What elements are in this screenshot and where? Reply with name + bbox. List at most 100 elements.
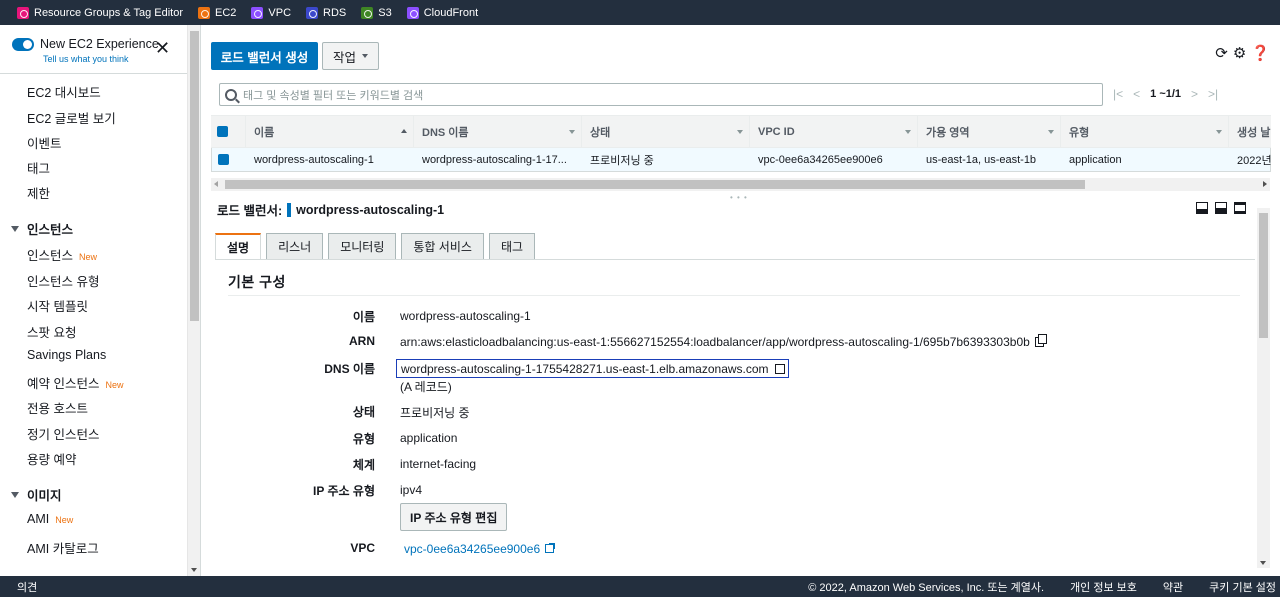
cell-created: 2022년 [1237,154,1272,167]
column-label: 상태 [590,126,611,139]
tab-listeners[interactable]: 리스너 [266,233,324,259]
search-input[interactable]: 태그 및 속성별 필터 또는 키워드별 검색 [219,83,1103,106]
sidebar-item-savings-plans[interactable]: Savings Plans [27,348,106,362]
sidebar-item-events[interactable]: 이벤트 [27,133,62,152]
scrollbar-thumb[interactable] [225,180,1085,189]
tab-tags[interactable]: 태그 [488,233,536,259]
value-scheme: internet-facing [400,457,477,471]
sidebar-item-limits[interactable]: 제한 [27,183,50,202]
favorite-label: S3 [378,6,392,19]
favorite-s3[interactable]: S3 [361,6,392,19]
sidebar-scrollbar[interactable] [187,25,200,576]
column-header-state[interactable]: 상태 [581,116,749,147]
sidebar-item-dedicated-hosts[interactable]: 전용 호스트 [27,398,88,417]
new-experience-toggle[interactable] [12,38,34,51]
sidebar-item-ec2-global-view[interactable]: EC2 글로벌 보기 [27,108,116,127]
gear-icon[interactable]: ⚙ [1233,44,1246,62]
privacy-link[interactable]: 개인 정보 보호 [1070,579,1137,595]
favorite-resource-groups[interactable]: Resource Groups & Tag Editor [17,6,183,19]
tab-integrated-services[interactable]: 통합 서비스 [401,233,484,259]
search-icon [225,88,237,101]
favorite-label: CloudFront [423,6,479,19]
column-header-vpc[interactable]: VPC ID [749,116,917,147]
detail-prefix: 로드 밸런서: [217,204,283,218]
value-type: application [400,431,458,445]
column-label: 생성 날 [1237,126,1271,139]
value-vpc-link[interactable]: vpc-0ee6a34265ee900e6 [404,542,556,556]
panel-small-icon[interactable] [1196,202,1208,214]
vpc-link-text[interactable]: vpc-0ee6a34265ee900e6 [404,542,540,556]
scrollbar-thumb[interactable] [1259,213,1268,338]
sidebar-item-launch-templates[interactable]: 시작 템플릿 [27,296,88,315]
cookie-preferences-link[interactable]: 쿠키 기본 설정 [1209,579,1276,595]
section-label: 이미지 [27,489,62,503]
row-checkbox-cell[interactable] [212,148,246,171]
help-icon[interactable]: ❓ [1251,44,1270,62]
divider [0,73,188,74]
panel-resize-handle[interactable]: • • • [730,193,748,202]
cell-az: us-east-1a, us-east-1b [926,153,1037,166]
select-all-checkbox-cell[interactable] [211,116,245,147]
feedback-link[interactable]: Tell us what you think [43,54,159,64]
sidebar-item-instance-types[interactable]: 인스턴스 유형 [27,271,99,290]
last-page-icon[interactable]: >| [1208,87,1218,101]
refresh-icon[interactable]: ⟳ [1215,44,1228,62]
column-header-dns[interactable]: DNS 이름 [413,116,581,147]
sidebar-section-instances[interactable]: 인스턴스 [11,219,73,238]
panel-large-icon[interactable] [1234,202,1246,214]
scroll-right-arrow-icon[interactable] [1263,181,1267,187]
create-load-balancer-button[interactable]: 로드 밸런서 생성 [211,42,318,70]
sidebar-item-spot-requests[interactable]: 스팟 요청 [27,322,76,341]
favorite-label: VPC [268,6,292,19]
column-label: DNS 이름 [422,126,469,139]
scrollbar-thumb[interactable] [190,31,199,321]
row-checkbox[interactable] [218,154,229,165]
scroll-down-arrow-icon[interactable] [1260,561,1266,565]
sidebar-item-ami-catalog[interactable]: AMI 카탈로그 [27,538,99,557]
sidebar-item-capacity-reservations[interactable]: 용량 예약 [27,449,76,468]
page-indicator: 1 ~1/1 [1150,88,1182,100]
terms-link[interactable]: 약관 [1163,579,1183,595]
favorite-rds[interactable]: RDS [306,6,346,19]
feedback-link[interactable]: 의견 [17,579,37,595]
sidebar-item-instances[interactable]: 인스턴스 New [27,245,97,264]
value-ip-type: ipv4 [400,483,423,497]
table-row[interactable]: wordpress-autoscaling-1 wordpress-autosc… [211,148,1272,172]
sidebar-item-ec2-dashboard[interactable]: EC2 대시보드 [27,82,101,101]
sidebar-item-scheduled-instances[interactable]: 정기 인스턴스 [27,424,99,443]
sidebar-section-images[interactable]: 이미지 [11,485,62,504]
tab-description[interactable]: 설명 [215,233,262,259]
edit-ip-type-button[interactable]: IP 주소 유형 편집 [400,503,508,531]
select-all-checkbox[interactable] [217,126,228,137]
tab-monitoring[interactable]: 모니터링 [328,233,397,259]
actions-dropdown[interactable]: 작업 [322,42,379,70]
sidebar-item-ami[interactable]: AMI New [27,512,73,526]
table-horizontal-scrollbar[interactable] [211,178,1270,191]
first-page-icon[interactable]: |< [1113,87,1123,101]
sidebar-item-reserved-instances[interactable]: 예약 인스턴스 New [27,373,124,392]
label-state: 상태 [352,405,375,419]
close-icon[interactable]: ✕ [155,39,170,57]
column-header-name[interactable]: 이름 [245,116,413,147]
copy-icon[interactable] [1034,334,1047,347]
scroll-down-arrow-icon[interactable] [191,568,197,572]
column-header-created[interactable]: 생성 날 [1228,116,1271,147]
cell-type: application [1069,153,1122,166]
favorite-ec2[interactable]: EC2 [197,6,236,19]
next-page-icon[interactable]: > [1191,87,1198,101]
collapse-icon [11,491,19,498]
accent-bar [287,202,292,217]
scroll-left-arrow-icon[interactable] [214,181,218,187]
sidebar-item-tags[interactable]: 태그 [27,158,50,177]
column-header-type[interactable]: 유형 [1060,116,1228,147]
prev-page-icon[interactable]: < [1133,87,1140,101]
sort-icon [1048,130,1054,134]
copy-dns-icon[interactable] [774,364,785,374]
panel-medium-icon[interactable] [1215,202,1227,214]
column-label: 이름 [254,126,275,139]
column-header-az[interactable]: 가용 영역 [917,116,1060,147]
favorite-vpc[interactable]: VPC [251,6,292,19]
value-dns[interactable]: wordpress-autoscaling-1-1755428271.us-ea… [396,359,789,378]
favorite-cloudfront[interactable]: CloudFront [406,6,479,19]
detail-vertical-scrollbar[interactable] [1257,208,1270,568]
